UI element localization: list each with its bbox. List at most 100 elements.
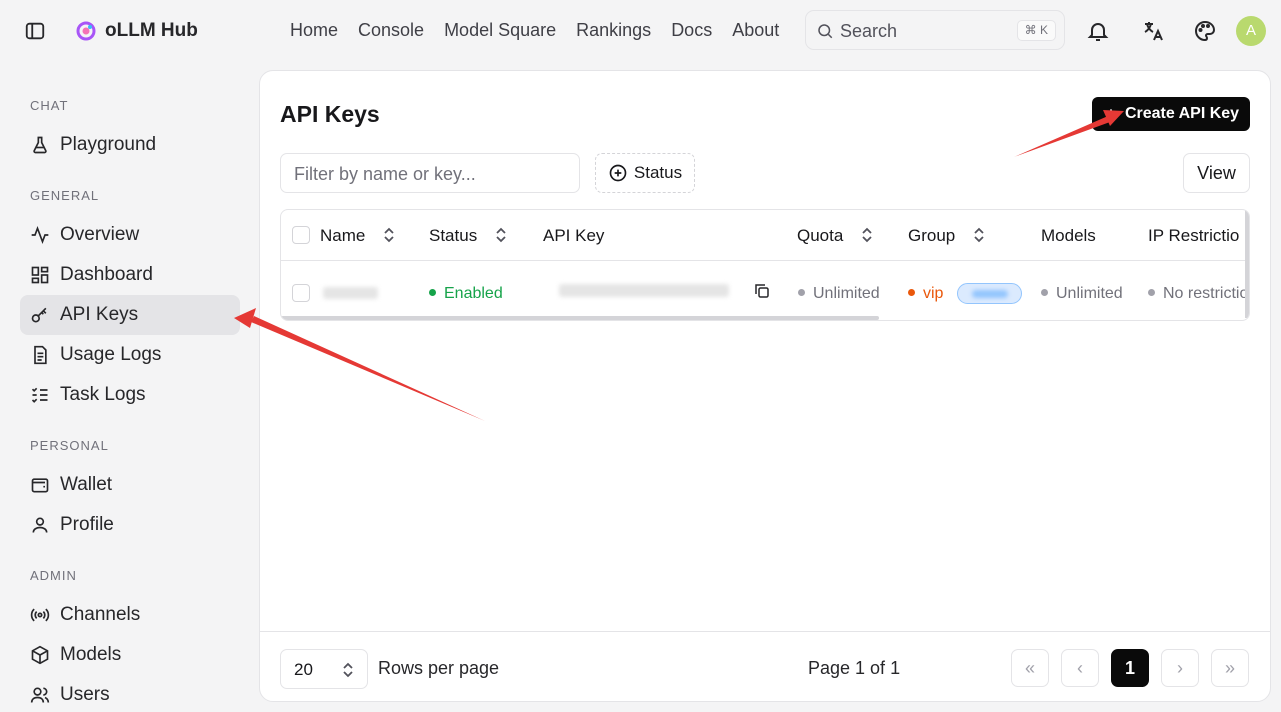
sidebar-item-label: Playground bbox=[60, 134, 157, 155]
sidebar-item-overview[interactable]: Overview bbox=[20, 215, 240, 255]
page-title: API Keys bbox=[280, 101, 380, 127]
column-header-api-key: API Key bbox=[543, 226, 605, 245]
page-indicator: Page 1 of 1 bbox=[808, 658, 901, 678]
sidebar-item-label: API Keys bbox=[60, 304, 139, 325]
sidebar-item-label: Profile bbox=[60, 514, 114, 535]
sidebar-item-label: Task Logs bbox=[60, 384, 146, 405]
view-button[interactable]: View bbox=[1183, 153, 1250, 193]
key-icon bbox=[30, 305, 50, 325]
models-value: Unlimited bbox=[1041, 285, 1123, 303]
chevron-right-icon: › bbox=[1177, 657, 1183, 678]
prev-page-button[interactable]: ‹ bbox=[1061, 649, 1099, 687]
page-button-current[interactable]: 1 bbox=[1111, 649, 1149, 687]
search-icon bbox=[816, 22, 834, 40]
sidebar-item-usage-logs[interactable]: Usage Logs bbox=[20, 335, 240, 375]
nav-docs[interactable]: Docs bbox=[661, 18, 722, 43]
sidebar-section-admin: ADMIN bbox=[30, 568, 77, 583]
row-checkbox[interactable] bbox=[292, 284, 310, 302]
plus-icon bbox=[1106, 109, 1116, 119]
sidebar-item-profile[interactable]: Profile bbox=[20, 505, 240, 545]
box-icon bbox=[30, 645, 50, 665]
sidebar-item-dashboard[interactable]: Dashboard bbox=[20, 255, 240, 295]
avatar[interactable]: A bbox=[1236, 16, 1266, 46]
vertical-scrollbar[interactable] bbox=[1245, 210, 1249, 318]
sidebar-item-label: Dashboard bbox=[60, 264, 153, 285]
translate-icon[interactable] bbox=[1141, 19, 1165, 43]
status-filter-button[interactable]: Status bbox=[595, 153, 695, 193]
chevrons-left-icon: « bbox=[1024, 657, 1035, 678]
create-api-key-label: Create API Key bbox=[1124, 105, 1240, 122]
file-text-icon bbox=[30, 345, 50, 365]
users-icon bbox=[30, 685, 50, 705]
horizontal-scrollbar[interactable] bbox=[281, 316, 879, 320]
user-icon bbox=[30, 515, 50, 535]
palette-icon[interactable] bbox=[1193, 19, 1217, 43]
filter-placeholder: Filter by name or key... bbox=[294, 164, 476, 184]
nav-rankings[interactable]: Rankings bbox=[566, 18, 661, 43]
sidebar-item-label: Usage Logs bbox=[60, 344, 162, 365]
plus-circle-icon bbox=[609, 164, 627, 182]
app-name[interactable]: oLLM Hub bbox=[105, 20, 198, 42]
chevrons-up-down-icon bbox=[341, 661, 355, 679]
sidebar-section-personal: PERSONAL bbox=[30, 438, 109, 453]
sidebar-section-chat: CHAT bbox=[30, 98, 69, 113]
sidebar-item-label: Wallet bbox=[60, 474, 113, 495]
search-shortcut: ⌘ K bbox=[1016, 20, 1056, 41]
api-keys-table: Name Status API Key Quota Group Models I… bbox=[280, 209, 1250, 321]
sidebar-item-label: Overview bbox=[60, 224, 140, 245]
column-header-status[interactable]: Status bbox=[429, 226, 477, 246]
wallet-icon bbox=[30, 475, 50, 495]
sidebar-item-playground[interactable]: Playground bbox=[20, 125, 240, 165]
main-panel: API Keys Create API Key Filter by name o… bbox=[259, 70, 1271, 702]
top-bar: oLLM Hub Home Console Model Square Ranki… bbox=[0, 0, 1281, 62]
sidebar: CHAT Playground GENERAL Overview Dashboa… bbox=[0, 62, 258, 712]
sidebar-item-label: Users bbox=[60, 684, 110, 705]
main-nav: Home Console Model Square Rankings Docs … bbox=[280, 18, 789, 43]
bell-icon[interactable] bbox=[1086, 19, 1110, 43]
sidebar-item-task-logs[interactable]: Task Logs bbox=[20, 375, 240, 415]
sort-icon[interactable] bbox=[382, 227, 396, 243]
sidebar-toggle-icon[interactable] bbox=[24, 20, 46, 42]
status-filter-label: Status bbox=[633, 163, 683, 182]
api-key-redacted bbox=[559, 284, 729, 297]
rows-per-page-select[interactable]: 20 bbox=[280, 649, 368, 689]
column-header-models: Models bbox=[1041, 226, 1096, 245]
sort-icon[interactable] bbox=[494, 227, 508, 243]
group-tag-redacted bbox=[957, 283, 1022, 304]
sidebar-item-api-keys[interactable]: API Keys bbox=[20, 295, 240, 335]
nav-console[interactable]: Console bbox=[348, 18, 434, 43]
column-header-quota[interactable]: Quota bbox=[797, 226, 843, 246]
create-api-key-button[interactable]: Create API Key bbox=[1092, 97, 1250, 131]
sidebar-item-channels[interactable]: Channels bbox=[20, 595, 240, 635]
column-header-name[interactable]: Name bbox=[320, 226, 365, 246]
chevron-left-icon: ‹ bbox=[1077, 657, 1083, 678]
pagination-bar: 20 Rows per page Page 1 of 1 « ‹ 1 › » bbox=[260, 631, 1270, 701]
chevrons-right-icon: » bbox=[1224, 657, 1235, 678]
sidebar-item-wallet[interactable]: Wallet bbox=[20, 465, 240, 505]
column-header-group[interactable]: Group bbox=[908, 226, 955, 246]
sort-icon[interactable] bbox=[972, 227, 986, 243]
sidebar-section-general: GENERAL bbox=[30, 188, 100, 203]
search-placeholder: Search bbox=[840, 21, 898, 41]
first-page-button[interactable]: « bbox=[1011, 649, 1049, 687]
dashboard-icon bbox=[30, 265, 50, 285]
copy-icon[interactable] bbox=[753, 282, 771, 300]
rows-per-page-value: 20 bbox=[294, 660, 313, 679]
sidebar-item-models[interactable]: Models bbox=[20, 635, 240, 675]
rows-per-page-label: Rows per page bbox=[378, 658, 500, 678]
next-page-button[interactable]: › bbox=[1161, 649, 1199, 687]
nav-model-square[interactable]: Model Square bbox=[434, 18, 566, 43]
filter-input[interactable]: Filter by name or key... bbox=[280, 153, 580, 193]
sort-icon[interactable] bbox=[860, 227, 874, 243]
nav-home[interactable]: Home bbox=[280, 18, 348, 43]
header-divider bbox=[281, 260, 1249, 261]
sidebar-item-users[interactable]: Users bbox=[20, 675, 240, 712]
sidebar-item-label: Channels bbox=[60, 604, 141, 625]
last-page-button[interactable]: » bbox=[1211, 649, 1249, 687]
app-logo-icon[interactable] bbox=[76, 21, 96, 41]
nav-about[interactable]: About bbox=[722, 18, 789, 43]
list-checks-icon bbox=[30, 385, 50, 405]
select-all-checkbox[interactable] bbox=[292, 226, 310, 244]
search-box[interactable]: Search ⌘ K bbox=[805, 10, 1065, 50]
activity-icon bbox=[30, 225, 50, 245]
